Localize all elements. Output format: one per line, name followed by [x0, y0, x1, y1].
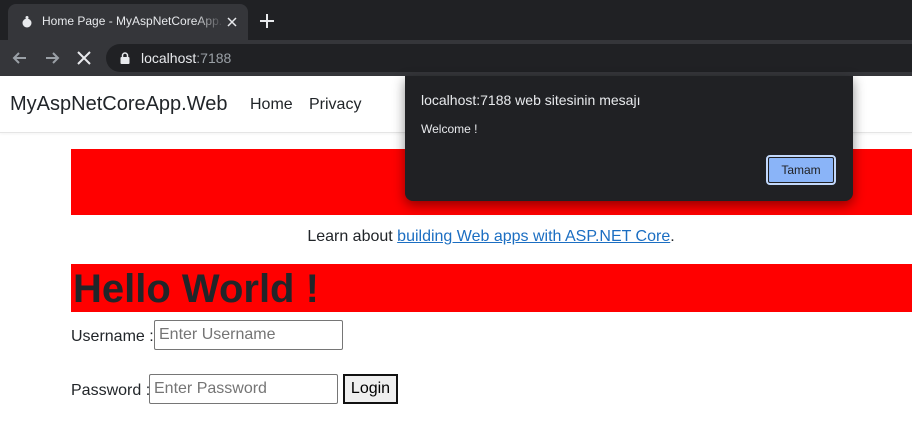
stop-loading-icon[interactable]	[74, 48, 94, 68]
password-label: Password :	[71, 382, 151, 399]
learn-link[interactable]: building Web apps with ASP.NET Core	[397, 228, 670, 245]
nav-link-home[interactable]: Home	[250, 96, 293, 114]
lock-icon[interactable]	[118, 51, 132, 65]
browser-toolbar: localhost:7188	[0, 40, 912, 76]
password-input[interactable]	[149, 374, 338, 404]
hello-heading: Hello World !	[73, 267, 319, 311]
tab-strip: Home Page - MyAspNetCoreApp.Web	[0, 0, 912, 40]
dialog-title: localhost:7188 web sitesinin mesajı	[421, 92, 641, 108]
back-arrow-icon[interactable]	[10, 48, 30, 68]
login-button[interactable]: Login	[343, 374, 398, 404]
url-text: localhost:7188	[141, 50, 231, 66]
dialog-ok-button[interactable]: Tamam	[766, 155, 836, 185]
hello-banner: Hello World !	[71, 264, 912, 312]
loading-favicon-icon	[22, 16, 32, 28]
nav-link-privacy[interactable]: Privacy	[309, 96, 361, 114]
close-tab-icon[interactable]	[224, 14, 240, 30]
new-tab-icon[interactable]	[258, 12, 276, 30]
brand-link[interactable]: MyAspNetCoreApp.Web	[10, 93, 228, 116]
alert-dialog: localhost:7188 web sitesinin mesajı Welc…	[405, 76, 853, 201]
learn-paragraph: Learn about building Web apps with ASP.N…	[0, 228, 912, 246]
username-input[interactable]	[154, 320, 343, 350]
browser-tab[interactable]: Home Page - MyAspNetCoreApp.Web	[8, 4, 248, 40]
url-port: :7188	[196, 50, 232, 66]
learn-prefix: Learn about	[307, 228, 398, 245]
dialog-message: Welcome !	[421, 122, 478, 136]
address-bar[interactable]: localhost:7188	[106, 44, 912, 72]
username-label: Username :	[71, 328, 154, 345]
learn-suffix: .	[670, 228, 675, 245]
url-host: localhost	[141, 50, 197, 66]
forward-arrow-icon[interactable]	[42, 48, 62, 68]
